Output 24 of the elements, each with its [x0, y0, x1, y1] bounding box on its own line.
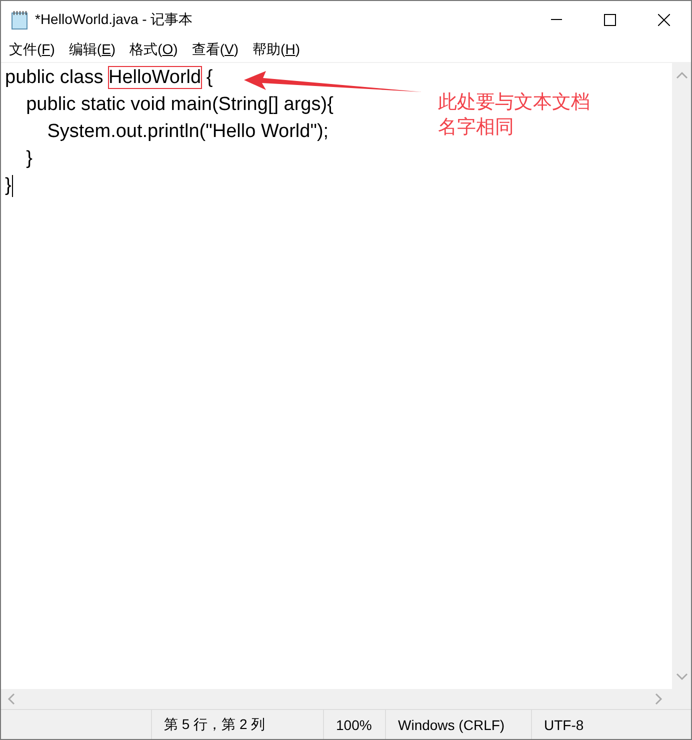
code-line: }	[25, 148, 32, 170]
scroll-down-icon[interactable]	[676, 673, 688, 681]
window-title: *HelloWorld.java - 记事本	[35, 10, 193, 28]
menu-item[interactable]: 文件(F)	[9, 41, 55, 59]
close-icon	[658, 14, 670, 26]
status-field: Windows (CRLF)	[386, 710, 532, 739]
status-field: UTF-8	[532, 710, 584, 739]
minimize-icon	[550, 19, 562, 20]
annotation-note: 此处要与文本文档 名字相同	[438, 91, 590, 140]
menu-item[interactable]: 查看(V)	[192, 41, 239, 59]
menu-item[interactable]: 格式(O)	[130, 41, 178, 59]
code-line: System.out.println("Hello World");	[46, 120, 329, 142]
status-field: 第 5 行，第 2 列	[152, 710, 324, 739]
menu-item[interactable]: 编辑(E)	[68, 41, 116, 59]
scroll-up-icon[interactable]	[676, 71, 688, 79]
menu-item[interactable]: 帮助(H)	[252, 41, 300, 59]
maximize-icon	[604, 14, 616, 26]
code-line: public class HelloWorld {	[5, 66, 213, 88]
scroll-right-icon[interactable]	[655, 693, 663, 705]
code-line: }	[5, 174, 12, 196]
code-line: public static void main(String[] args){	[25, 94, 334, 116]
scroll-left-icon[interactable]	[7, 693, 15, 705]
status-field: 100%	[324, 710, 386, 739]
notepad-icon	[11, 10, 29, 30]
